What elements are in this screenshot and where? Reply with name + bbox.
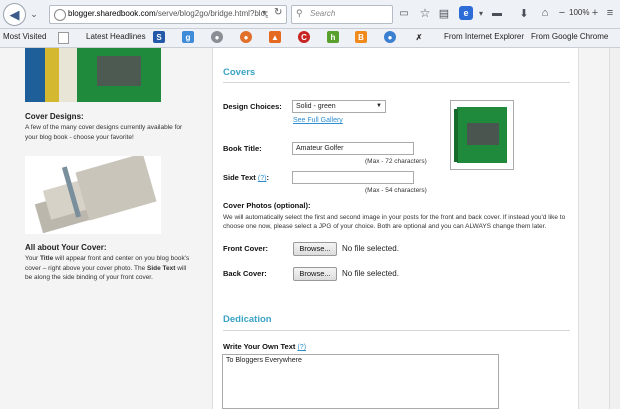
- dedication-section-title: Dedication: [223, 314, 272, 325]
- dedication-textarea[interactable]: To Bloggers Everywhere: [222, 354, 499, 409]
- reload-icon[interactable]: ↻: [274, 7, 282, 18]
- side-text-input[interactable]: [292, 171, 414, 184]
- blank-page-icon[interactable]: [58, 32, 69, 44]
- about-side-word: Side Text: [147, 264, 176, 272]
- front-cover-file-status: No file selected.: [342, 244, 399, 253]
- book-stack-image: [25, 156, 161, 234]
- covers-section-title: Covers: [223, 67, 256, 78]
- chevron-down-icon: ▼: [376, 103, 382, 109]
- url-dropdown-icon[interactable]: ▾: [262, 8, 266, 17]
- about-title-word: Title: [39, 255, 54, 262]
- front-cover-browse-button[interactable]: Browse...: [293, 242, 337, 256]
- extension-dropdown-icon[interactable]: ▾: [477, 7, 485, 19]
- about-cover-title: All about Your Cover:: [25, 243, 107, 252]
- front-cover-label: Front Cover:: [223, 244, 268, 253]
- tools-favicon-icon[interactable]: ✗: [413, 31, 425, 43]
- url-text: blogger.sharedbook.com/serve/blog2go/bri…: [68, 9, 268, 18]
- back-cover-file-status: No file selected.: [342, 269, 399, 278]
- url-path: /serve/blog2go/bridge.html?blog_: [155, 9, 268, 18]
- book-title-label: Book Title:: [223, 144, 262, 153]
- bookmarks-menu-icon[interactable]: ▤: [438, 6, 450, 20]
- google-favicon-icon[interactable]: g: [182, 31, 194, 43]
- history-dropdown-icon[interactable]: ⌄: [28, 7, 40, 21]
- cover-photos-text: We will automatically select the first a…: [223, 214, 566, 230]
- firefox-favicon-icon[interactable]: ●: [240, 31, 252, 43]
- side-text-note: (Max - 54 characters): [365, 187, 427, 194]
- back-cover-label: Back Cover:: [223, 269, 267, 278]
- bookmark-from-chrome[interactable]: From Google Chrome: [531, 32, 608, 41]
- cover-photos-label: Cover Photos (optional):: [223, 201, 311, 210]
- site-identity-icon[interactable]: [54, 9, 66, 21]
- search-icon: ⚲: [296, 8, 303, 18]
- about-cover-text: Your Title will appear front and center …: [25, 254, 190, 283]
- search-placeholder: Search: [310, 9, 336, 18]
- reader-view-icon[interactable]: ▭: [397, 7, 411, 19]
- see-full-gallery-link[interactable]: See Full Gallery: [293, 117, 343, 124]
- back-button[interactable]: ◀: [3, 3, 26, 26]
- blogger-favicon-icon[interactable]: B: [355, 31, 367, 43]
- left-sidebar: Cover Designs: A few of the many cover d…: [25, 48, 190, 409]
- about-text-part1: Your: [25, 255, 40, 262]
- design-choices-select[interactable]: Solid - green ▼: [292, 100, 386, 113]
- home-icon[interactable]: ⌂: [539, 6, 551, 20]
- dedication-help-link[interactable]: (?): [297, 344, 306, 351]
- covers-divider: [223, 82, 570, 83]
- book-title-input[interactable]: Amateur Golfer: [292, 142, 414, 155]
- search-box[interactable]: ⚲ Search: [291, 5, 393, 24]
- design-choices-value: Solid - green: [296, 103, 336, 110]
- globe-favicon-icon[interactable]: ●: [211, 31, 223, 43]
- bookmark-from-ie[interactable]: From Internet Explorer: [444, 32, 524, 41]
- browser-toolbar: ◀ ⌄ blogger.sharedbook.com/serve/blog2go…: [0, 0, 620, 29]
- zoom-in-icon[interactable]: +: [590, 6, 600, 20]
- main-form-panel: Covers Design Choices: Solid - green ▼ S…: [212, 48, 579, 409]
- zoom-out-icon[interactable]: −: [557, 6, 567, 20]
- page-content: Cover Designs: A few of the many cover d…: [0, 48, 620, 409]
- design-choices-label: Design Choices:: [223, 102, 282, 111]
- bookmark-latest-headlines[interactable]: Latest Headlines: [86, 32, 146, 41]
- side-text-label: Side Text (?):: [223, 173, 269, 182]
- book-title-note: (Max - 72 characters): [365, 158, 427, 165]
- bookmark-most-visited[interactable]: Most Visited: [3, 32, 46, 41]
- zoom-level[interactable]: 100%: [569, 8, 589, 17]
- bookmarks-bar: Most Visited Latest Headlines S g ● ● ▲ …: [0, 29, 620, 48]
- page-scrollbar[interactable]: [609, 48, 620, 409]
- blue-favicon-icon[interactable]: ●: [384, 31, 396, 43]
- bookmark-star-icon[interactable]: ☆: [419, 6, 431, 20]
- cover-designs-image: [25, 48, 161, 102]
- green-favicon-icon[interactable]: h: [327, 31, 339, 43]
- red-favicon-icon[interactable]: C: [298, 31, 310, 43]
- download-icon[interactable]: ⬇: [518, 6, 530, 20]
- s-favicon-icon[interactable]: S: [153, 31, 165, 43]
- cover-designs-text: A few of the many cover designs currentl…: [25, 124, 183, 141]
- cover-preview-frame: [450, 100, 514, 170]
- url-domain: blogger.sharedbook.com: [68, 9, 156, 18]
- orange-favicon-icon[interactable]: ▲: [269, 31, 281, 43]
- url-bar[interactable]: blogger.sharedbook.com/serve/blog2go/bri…: [49, 5, 287, 24]
- menu-icon[interactable]: ≡: [604, 6, 616, 20]
- dedication-divider: [223, 330, 570, 331]
- write-own-text-label: Write Your Own Text (?): [223, 342, 307, 351]
- extension-icon[interactable]: e: [459, 6, 473, 20]
- cover-designs-title: Cover Designs:: [25, 112, 84, 121]
- addon-icon[interactable]: ▬: [490, 6, 504, 20]
- back-cover-browse-button[interactable]: Browse...: [293, 267, 337, 281]
